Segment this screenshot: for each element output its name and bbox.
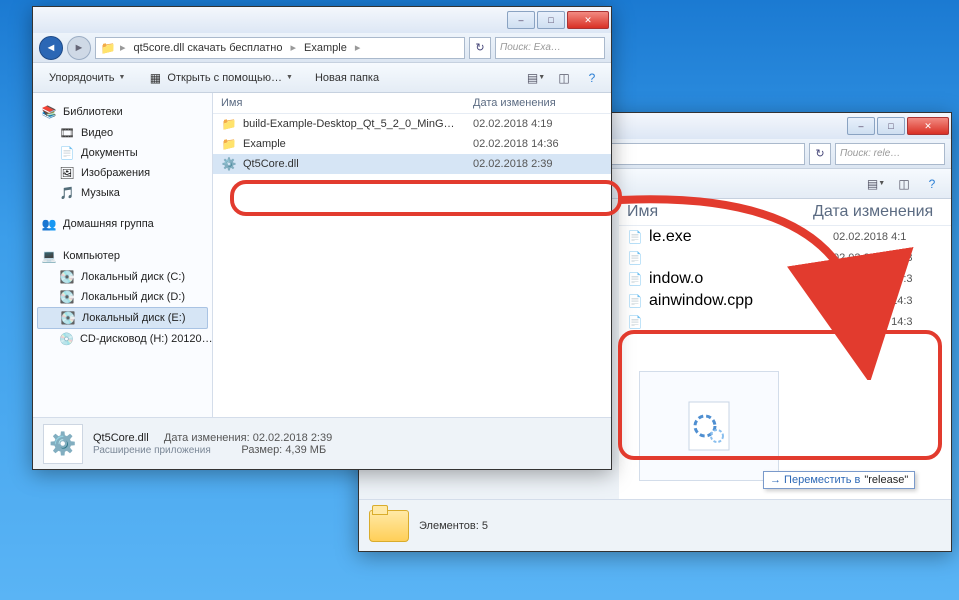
sidebar-item-video[interactable]: 🎞Видео [37,123,208,143]
status-modified-label: Дата изменения: [164,432,250,444]
list-item[interactable]: 📁Example 02.02.2018 14:36 [213,134,611,154]
folder-icon: 📁 [100,40,116,56]
close-button[interactable]: ✕ [567,11,609,29]
list-item[interactable]: 📄02.02.2018 14:3 [619,248,951,268]
view-options-icon[interactable]: ▤ ▼ [525,68,547,88]
nav-forward-button[interactable]: ► [67,36,91,60]
list-item[interactable]: 📄02.02.2018 14:3 [619,312,951,332]
nav-back-button[interactable]: ◄ [39,36,63,60]
music-icon: 🎵 [59,185,75,201]
refresh-button[interactable]: ↻ [469,37,491,59]
status-count-value: 5 [482,520,488,532]
dll-icon: ⚙️ [221,156,237,172]
documents-icon: 📄 [59,145,75,161]
new-folder-button[interactable]: Новая папка [307,69,387,87]
drive-icon: 💽 [60,310,76,326]
close-button[interactable]: ✕ [907,117,949,135]
sidebar-item-music[interactable]: 🎵Музыка [37,183,208,203]
list-item[interactable]: ⚙️Qt5Core.dll 02.02.2018 2:39 [213,154,611,174]
list-item[interactable]: 📄indow.o02.02.2018 14:3 [619,268,951,290]
breadcrumb-part[interactable]: qt5core.dll скачать бесплатно [130,42,287,54]
column-header-name[interactable]: Имя [221,97,473,109]
file-icon: 📄 [627,293,643,309]
sidebar-item-pictures[interactable]: 🖼Изображения [37,163,208,183]
maximize-button[interactable]: □ [537,11,565,29]
help-icon[interactable]: ? [921,174,943,194]
refresh-button[interactable]: ↻ [809,143,831,165]
file-icon: 📄 [627,229,643,245]
list-item[interactable]: 📁build-Example-Desktop_Qt_5_2_0_MinG… 02… [213,114,611,134]
status-size-label: Размер: [241,444,282,456]
video-icon: 🎞 [59,125,75,141]
sidebar-item-documents[interactable]: 📄Документы [37,143,208,163]
homegroup-icon: 👥 [41,216,57,232]
libraries-icon: 📚 [41,104,57,120]
maximize-button[interactable]: □ [877,117,905,135]
search-input[interactable]: Поиск: Exa… [495,37,605,59]
sidebar-libraries[interactable]: 📚Библиотеки [37,101,208,123]
search-input[interactable]: Поиск: rele… [835,143,945,165]
column-header-modified[interactable]: Дата изменения [813,203,943,221]
status-filename: Qt5Core.dll [93,432,149,444]
sidebar-item-drive-d[interactable]: 💽Локальный диск (D:) [37,287,208,307]
status-size-value: 4,39 МБ [285,444,326,456]
sidebar-item-cd-drive[interactable]: 💿CD-дисковод (H:) 20120… [37,329,208,349]
drive-icon: 💽 [59,269,75,285]
status-modified-value: 02.02.2018 2:39 [253,432,333,444]
view-options-icon[interactable]: ▤ ▼ [865,174,887,194]
pictures-icon: 🖼 [59,165,75,181]
sidebar-item-drive-c[interactable]: 💽Локальный диск (C:) [37,267,208,287]
open-with-button[interactable]: ▦Открыть с помощью… ▼ [139,67,301,89]
minimize-button[interactable]: – [507,11,535,29]
sidebar-item-drive-e[interactable]: 💽Локальный диск (E:) [37,307,208,329]
minimize-button[interactable]: – [847,117,875,135]
file-type-icon: ⚙️ [43,424,83,464]
folder-icon: 📁 [221,136,237,152]
organize-button[interactable]: Упорядочить ▼ [41,69,133,87]
file-icon: 📄 [627,314,643,330]
status-count-label: Элементов: [419,520,479,532]
list-item[interactable]: 📄le.exe02.02.2018 4:1 [619,226,951,248]
open-with-icon: ▦ [147,70,163,86]
drag-tooltip: → Переместить в "release" [763,471,915,489]
preview-pane-icon[interactable]: ◫ [553,68,575,88]
folder-icon: 📁 [221,116,237,132]
folder-icon [369,510,409,542]
list-item[interactable]: 📄ainwindow.cpp02.02.2018 14:3 [619,290,951,312]
sidebar-homegroup[interactable]: 👥Домашняя группа [37,213,208,235]
drag-preview [639,371,779,481]
computer-icon: 💻 [41,248,57,264]
status-subtitle: Расширение приложения [93,445,211,456]
help-icon[interactable]: ? [581,68,603,88]
breadcrumb-part[interactable]: Example [300,42,351,54]
sidebar-computer[interactable]: 💻Компьютер [37,245,208,267]
column-header-modified[interactable]: Дата изменения [473,97,603,109]
file-icon: 📄 [627,250,643,266]
breadcrumb[interactable]: 📁▸ qt5core.dll скачать бесплатно▸ Exampl… [95,37,465,59]
preview-pane-icon[interactable]: ◫ [893,174,915,194]
drive-icon: 💽 [59,289,75,305]
cd-icon: 💿 [59,331,74,347]
file-icon: 📄 [627,271,643,287]
column-header-name[interactable]: Имя [627,203,813,221]
